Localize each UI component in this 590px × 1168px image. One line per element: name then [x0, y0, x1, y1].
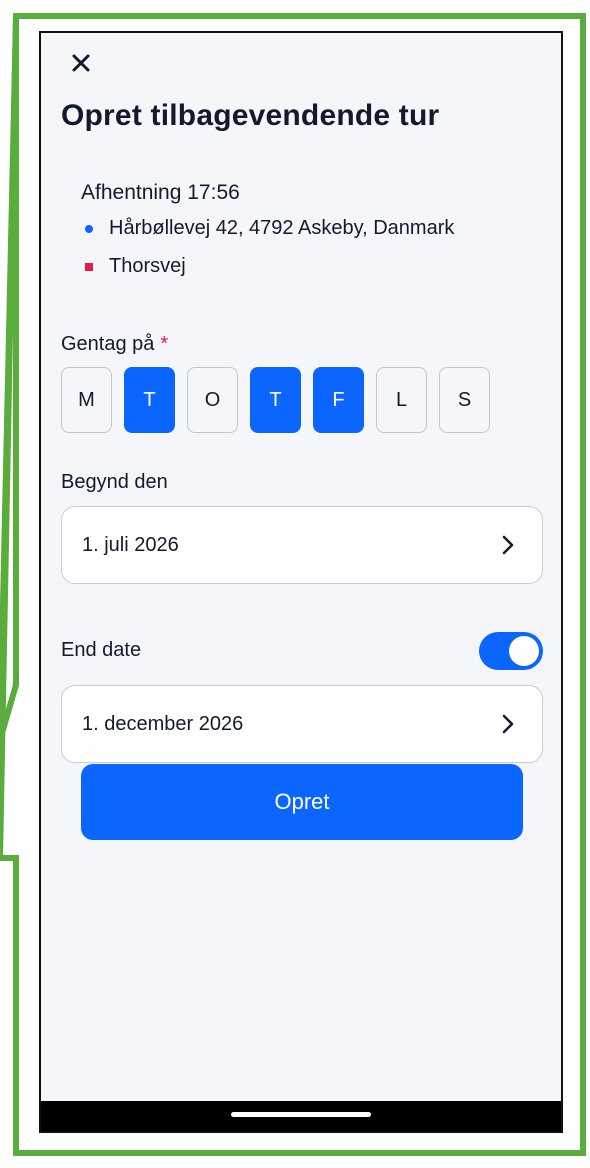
end-date-value: 1. december 2026 [82, 712, 244, 735]
repeat-label: Gentag på * [61, 333, 168, 356]
required-asterisk: * [160, 333, 169, 355]
end-date-label: End date [61, 639, 142, 661]
end-date-toggle[interactable] [479, 632, 543, 670]
day-toggle-monday[interactable]: M [61, 367, 112, 433]
end-date-field[interactable]: 1. december 2026 [61, 685, 543, 763]
start-date-value: 1. juli 2026 [82, 533, 179, 556]
day-toggle-tuesday[interactable]: T [124, 367, 175, 433]
day-toggle-wednesday[interactable]: O [187, 367, 238, 433]
chevron-right-icon [502, 535, 514, 555]
origin-address-row: Hårbøllevej 42, 4792 Askeby, Danmark [85, 217, 454, 240]
day-toggle-saturday[interactable]: L [376, 367, 427, 433]
toggle-knob [509, 636, 539, 666]
destination-address-row: Thorsvej [85, 255, 186, 278]
day-toggle-thursday[interactable]: T [250, 367, 301, 433]
destination-square-icon [85, 262, 93, 271]
start-date-field[interactable]: 1. juli 2026 [61, 506, 543, 584]
destination-address: Thorsvej [109, 255, 186, 277]
close-icon [72, 54, 90, 72]
weekday-selector: M T O T F L S [61, 367, 502, 433]
create-button[interactable]: Opret [81, 764, 523, 840]
start-date-label: Begynd den [61, 471, 168, 493]
close-button[interactable] [63, 45, 99, 81]
day-toggle-friday[interactable]: F [313, 367, 364, 433]
page-title: Opret tilbagevendende tur [61, 99, 440, 132]
origin-dot-icon [85, 224, 93, 233]
day-toggle-sunday[interactable]: S [439, 367, 490, 433]
pickup-time: Afhentning 17:56 [81, 181, 240, 204]
repeat-label-text: Gentag på [61, 333, 155, 355]
chevron-right-icon [502, 714, 514, 734]
system-navigation-bar [41, 1101, 561, 1131]
origin-address: Hårbøllevej 42, 4792 Askeby, Danmark [109, 217, 455, 239]
phone-screen: Opret tilbagevendende tur Afhentning 17:… [39, 31, 563, 1133]
home-indicator[interactable] [231, 1112, 371, 1117]
